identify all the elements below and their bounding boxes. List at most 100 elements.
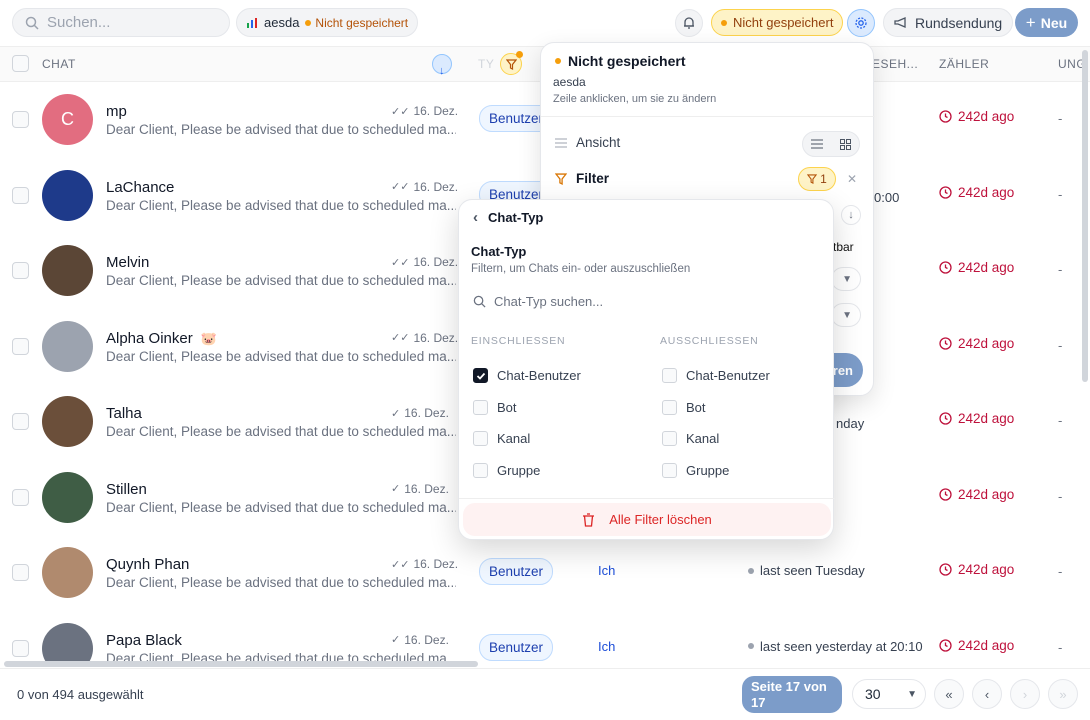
exclude-option[interactable]: Chat-Benutzer — [662, 368, 770, 383]
checkbox[interactable] — [473, 400, 488, 415]
row-checkbox[interactable] — [12, 413, 29, 430]
include-option[interactable]: Kanal — [473, 431, 530, 446]
list-view-icon[interactable] — [811, 139, 824, 149]
option-label: Chat-Benutzer — [497, 368, 581, 383]
row-checkbox[interactable] — [12, 262, 29, 279]
date-text: 16. Dez. — [404, 406, 449, 420]
exclude-option[interactable]: Kanal — [662, 431, 719, 446]
back-label: Chat-Typ — [488, 210, 544, 225]
unsaved-label: Nicht gespeichert — [733, 15, 834, 30]
arrow-down-icon: ↓ — [848, 209, 854, 221]
chevron-left-icon: ‹ — [984, 686, 990, 702]
checkbox[interactable] — [473, 431, 488, 446]
horizontal-scrollbar[interactable] — [4, 661, 478, 667]
read-checkmark-icon: ✓✓ — [391, 181, 410, 193]
new-button[interactable]: + Neu — [1015, 8, 1078, 37]
include-option[interactable]: Bot — [473, 400, 517, 415]
row-checkbox[interactable] — [12, 639, 29, 657]
column-header-chat[interactable]: CHAT — [42, 57, 76, 71]
grid-view-icon[interactable] — [839, 138, 851, 150]
avatar — [42, 320, 93, 372]
checkbox[interactable] — [662, 368, 677, 383]
selection-count: 0 von 494 ausgewählt — [17, 687, 144, 702]
include-option[interactable]: Gruppe — [473, 463, 540, 478]
checkbox[interactable] — [662, 463, 677, 478]
first-page-button[interactable]: « — [934, 679, 964, 709]
chat-name: Alpha Oinker 🐷 — [106, 330, 217, 347]
counter-text: 242d ago — [958, 260, 1015, 275]
back-button[interactable]: ‹ Chat-Typ — [473, 209, 543, 226]
date-text: 16. Dez. — [413, 330, 459, 345]
date-text: 16. Dez. — [404, 481, 449, 496]
chat-name: LaChance — [106, 179, 174, 196]
table-row[interactable]: Papa Black Dear Client, Please be advised… — [0, 611, 1090, 667]
rows-per-page-value: 30 — [865, 686, 881, 702]
row-checkbox[interactable] — [12, 186, 29, 204]
exclude-option[interactable]: Bot — [662, 400, 706, 415]
chat-name: mp — [106, 103, 127, 120]
checkbox-checked[interactable] — [473, 368, 488, 383]
view-mode-toggle[interactable] — [802, 131, 860, 157]
filter-count-value: 1 — [820, 172, 827, 186]
chevron-left-icon: ‹ — [473, 209, 478, 226]
view-panel-name[interactable]: aesda — [553, 75, 586, 89]
column-header-counter[interactable]: ZÄHLER — [939, 57, 989, 71]
row-checkbox[interactable] — [12, 488, 29, 506]
row-checkbox[interactable] — [12, 337, 29, 355]
view-settings-button[interactable] — [847, 9, 875, 37]
table-footer: 0 von 494 ausgewählt Seite 17 von 17 30 … — [0, 668, 1090, 720]
broadcast-button[interactable]: Rundsendung — [883, 8, 1014, 37]
include-option[interactable]: Chat-Benutzer — [473, 368, 581, 383]
checkbox[interactable] — [662, 431, 677, 446]
double-chevron-right-icon: » — [1059, 686, 1067, 702]
close-icon[interactable]: ✕ — [847, 172, 857, 186]
row-checkbox[interactable] — [12, 111, 29, 128]
column-header-seen[interactable]: ESEH... — [872, 57, 918, 71]
filter-row[interactable]: Filter — [555, 171, 609, 186]
obscured-last-seen: 0:00 — [874, 190, 900, 205]
sort-direction-button[interactable]: ↓ — [841, 205, 861, 225]
empty-cell: - — [1058, 564, 1063, 579]
date-text: 16. Dez. — [413, 255, 459, 269]
vertical-scrollbar[interactable] — [1082, 50, 1088, 382]
obscured-select[interactable]: ▼ — [831, 303, 861, 327]
option-label: Gruppe — [497, 463, 541, 478]
unsaved-changes-pill[interactable]: Nicht gespeichert — [711, 9, 844, 36]
message-date: ✓ 16. Dez. — [391, 633, 449, 647]
filter-count-badge[interactable]: 1 — [798, 167, 836, 191]
rows-per-page-select[interactable]: 30 ▼ — [852, 679, 926, 709]
exclude-option[interactable]: Gruppe — [662, 463, 729, 478]
obscured-select[interactable]: ▼ — [831, 267, 861, 291]
chat-name: Talha — [106, 405, 142, 422]
saved-view-chip[interactable]: aesda Nicht gespeichert — [236, 8, 419, 37]
date-text: 16. Dez. — [413, 557, 459, 571]
search-box[interactable] — [12, 8, 230, 37]
previous-page-button[interactable]: ‹ — [972, 679, 1002, 709]
chevron-down-icon: ▼ — [842, 273, 852, 285]
notifications-button[interactable] — [675, 9, 703, 37]
message-preview: Dear Client, Please be advised that due … — [106, 575, 456, 590]
column-header-type[interactable]: TY — [478, 57, 494, 71]
chat-type-search-input[interactable] — [494, 293, 794, 309]
chevron-right-icon: › — [1022, 686, 1028, 702]
last-page-button[interactable]: » — [1048, 679, 1078, 709]
last-seen-text: last seen Tuesday — [760, 563, 865, 578]
checkbox[interactable] — [473, 463, 488, 478]
view-chip-status: Nicht gespeichert — [305, 16, 408, 30]
bell-icon — [684, 17, 694, 29]
avatar — [42, 245, 93, 296]
sort-button[interactable]: ↓ — [432, 54, 452, 77]
row-checkbox[interactable] — [12, 564, 29, 581]
next-page-button[interactable]: › — [1010, 679, 1040, 709]
checkbox[interactable] — [662, 400, 677, 415]
chat-type-search[interactable] — [471, 288, 821, 314]
chat-name-text: Papa Black — [106, 631, 182, 649]
view-row[interactable]: Ansicht — [555, 135, 620, 150]
select-all-checkbox[interactable] — [12, 55, 29, 72]
owner-link[interactable]: Ich — [598, 563, 615, 578]
owner-link[interactable]: Ich — [598, 639, 615, 654]
clear-all-filters-button[interactable]: Alle Filter löschen — [463, 503, 831, 536]
table-row[interactable]: Quynh Phan Dear Client, Please be advised… — [0, 535, 1090, 610]
counter-value: 242d ago — [939, 260, 1014, 275]
search-input[interactable] — [47, 14, 207, 31]
